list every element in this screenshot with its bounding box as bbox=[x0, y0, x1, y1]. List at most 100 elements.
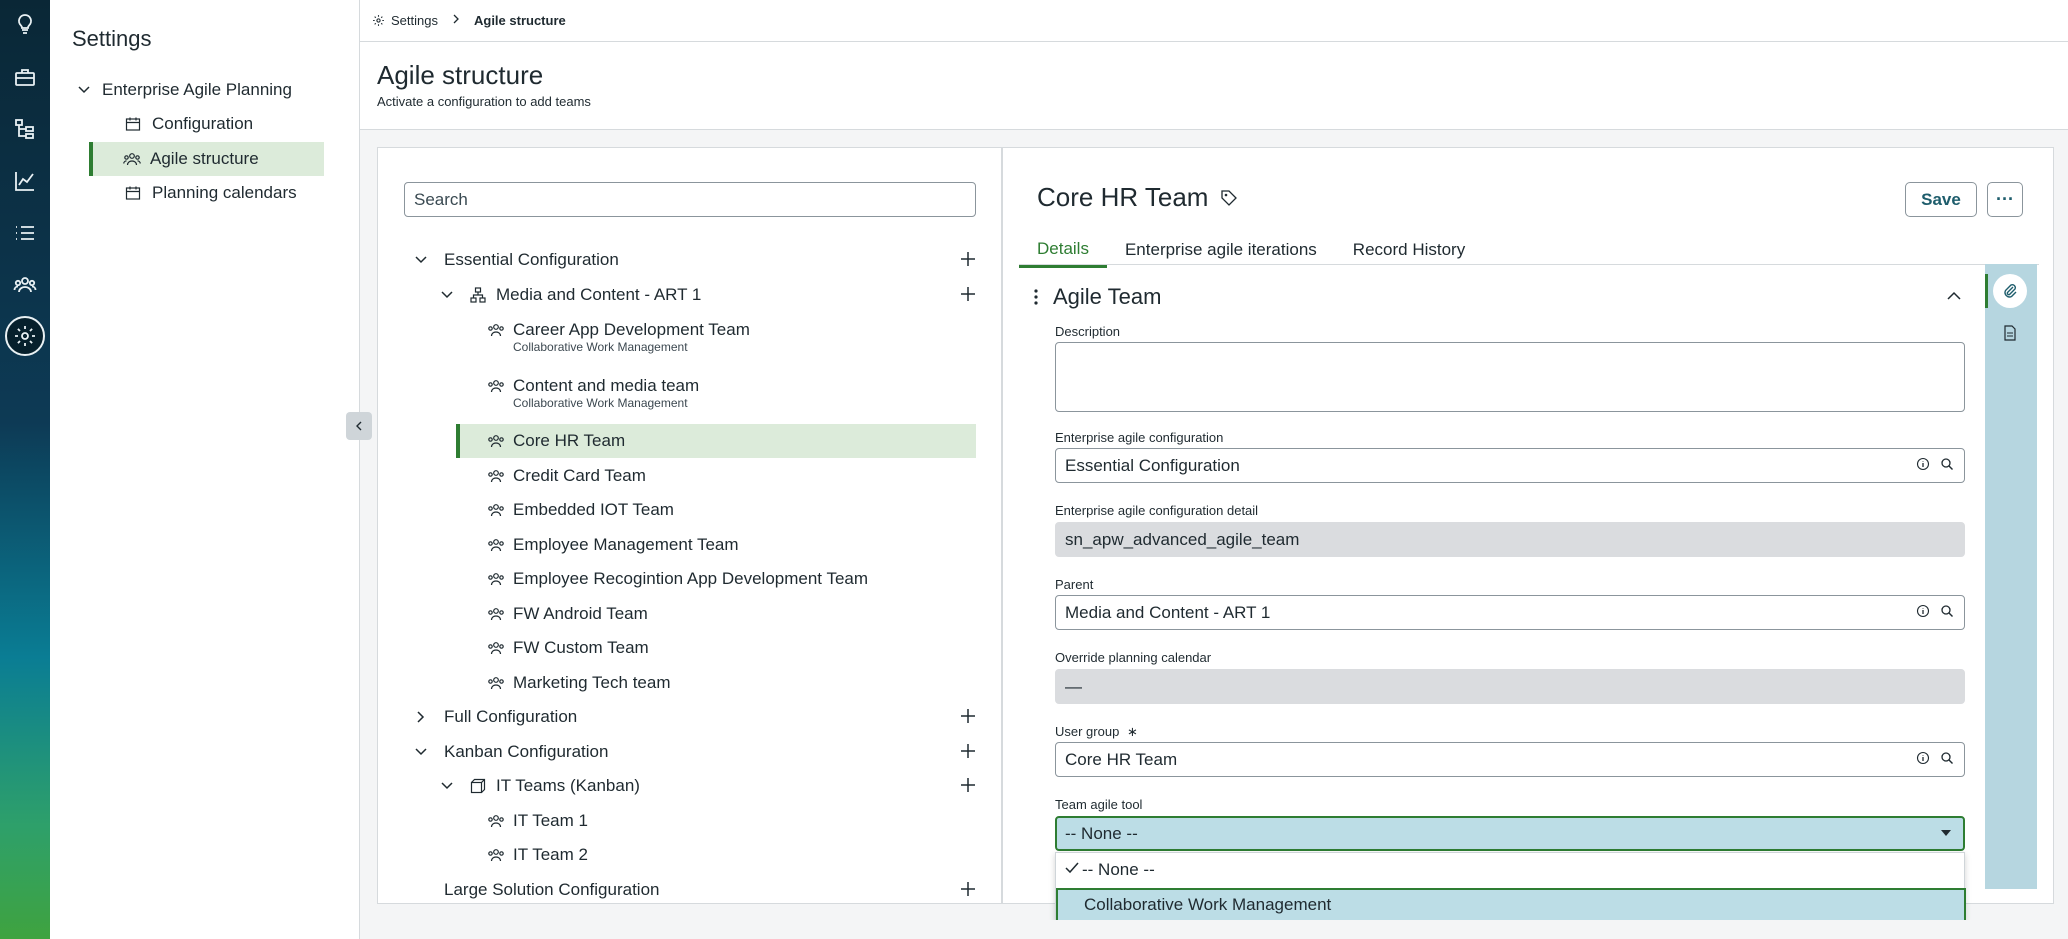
tree-node-kanban-configuration[interactable]: Kanban Configuration bbox=[378, 735, 978, 769]
tree-node-label: Employee Management Team bbox=[513, 535, 739, 554]
bottom-bar bbox=[360, 920, 2068, 939]
parent-field[interactable]: Media and Content - ART 1 bbox=[1055, 595, 1965, 630]
tag-icon[interactable] bbox=[1220, 189, 1238, 207]
paperclip-icon[interactable] bbox=[1993, 274, 2027, 308]
calendar-icon bbox=[125, 115, 143, 133]
tree-node-label: IT Team 2 bbox=[513, 845, 588, 864]
record-tabs: Details Enterprise agile iterations Reco… bbox=[1019, 232, 1483, 268]
description-textarea[interactable] bbox=[1055, 342, 1965, 412]
info-icon[interactable] bbox=[1916, 751, 1930, 765]
chevron-down-icon[interactable] bbox=[438, 288, 456, 302]
tree-node-label: Core HR Team bbox=[513, 431, 626, 450]
tree-node-label: FW Custom Team bbox=[513, 638, 649, 657]
team-icon bbox=[487, 432, 505, 450]
tree-node-it-team-2[interactable]: IT Team 2 bbox=[378, 838, 978, 872]
tree-node-credit-card-team[interactable]: Credit Card Team bbox=[378, 459, 978, 493]
tree-node-essential-configuration[interactable]: Essential Configuration bbox=[378, 243, 978, 277]
team-icon bbox=[487, 674, 505, 692]
search-icon[interactable] bbox=[1940, 604, 1954, 618]
tree-node-employee-management-team[interactable]: Employee Management Team bbox=[378, 528, 978, 562]
gear-icon[interactable] bbox=[0, 316, 50, 356]
add-icon[interactable] bbox=[958, 249, 978, 269]
caret-down-icon bbox=[1941, 830, 1951, 836]
team-icon[interactable] bbox=[0, 265, 50, 305]
tree-node-label: Credit Card Team bbox=[513, 466, 646, 485]
team-icon bbox=[487, 501, 505, 519]
parent-label: Parent bbox=[1055, 577, 1094, 592]
option-none[interactable]: -- None -- bbox=[1056, 853, 1966, 887]
tree-node-it-team-1[interactable]: IT Team 1 bbox=[378, 804, 978, 838]
team-icon bbox=[123, 150, 141, 168]
tree-node-label: Kanban Configuration bbox=[444, 742, 609, 761]
team-icon bbox=[487, 812, 505, 830]
user-group-field[interactable]: Core HR Team bbox=[1055, 742, 1965, 777]
info-icon[interactable] bbox=[1916, 604, 1930, 618]
list-icon[interactable] bbox=[0, 213, 50, 253]
tree-node-career-app-development-team[interactable]: Career App Development Team Collaborativ… bbox=[378, 313, 978, 369]
lightbulb-icon[interactable] bbox=[0, 4, 50, 44]
tree-node-full-configuration[interactable]: Full Configuration bbox=[378, 700, 978, 734]
tree-node-marketing-tech-team[interactable]: Marketing Tech team bbox=[378, 666, 978, 700]
tree-node-label: Embedded IOT Team bbox=[513, 500, 674, 519]
gear-icon bbox=[373, 15, 384, 26]
sidebar-item-configuration[interactable]: Configuration bbox=[123, 107, 360, 141]
tab-record-history[interactable]: Record History bbox=[1335, 232, 1483, 268]
tree-node-content-and-media-team[interactable]: Content and media team Collaborative Wor… bbox=[378, 369, 978, 425]
sidebar-item-planning-calendars[interactable]: Planning calendars bbox=[123, 176, 360, 210]
tree-node-embedded-iot-team[interactable]: Embedded IOT Team bbox=[378, 493, 978, 527]
page-header: Agile structure Activate a configuration… bbox=[360, 42, 2068, 130]
team-icon bbox=[487, 536, 505, 554]
tree-node-core-hr-team[interactable]: Core HR Team bbox=[456, 424, 976, 458]
tree-node-fw-custom-team[interactable]: FW Custom Team bbox=[378, 631, 978, 665]
config-detail-field: sn_apw_advanced_agile_team bbox=[1055, 522, 1965, 557]
team-icon bbox=[487, 467, 505, 485]
chevron-down-icon[interactable] bbox=[412, 745, 430, 759]
briefcase-icon[interactable] bbox=[0, 57, 50, 97]
document-icon[interactable] bbox=[1993, 316, 2027, 350]
search-icon[interactable] bbox=[1940, 751, 1954, 765]
chevron-up-icon[interactable] bbox=[1946, 290, 1962, 302]
tab-enterprise-agile-iterations[interactable]: Enterprise agile iterations bbox=[1107, 232, 1335, 268]
save-button[interactable]: Save bbox=[1905, 182, 1977, 217]
collapse-sidebar-button[interactable] bbox=[346, 412, 372, 440]
option-collaborative-work-management[interactable]: Collaborative Work Management bbox=[1056, 888, 1966, 922]
info-icon[interactable] bbox=[1916, 457, 1930, 471]
add-icon[interactable] bbox=[958, 284, 978, 304]
search-icon[interactable] bbox=[1940, 457, 1954, 471]
chevron-down-icon[interactable] bbox=[438, 779, 456, 793]
tabs-divider bbox=[1019, 264, 2039, 265]
breadcrumb-settings[interactable]: Settings bbox=[372, 13, 438, 28]
hierarchy-icon bbox=[470, 286, 488, 304]
hierarchy-icon[interactable] bbox=[0, 109, 50, 149]
agile-structure-tree: Essential Configuration Media and Conten… bbox=[377, 147, 1002, 904]
section-agile-team: Agile Team bbox=[1033, 284, 1161, 310]
add-icon[interactable] bbox=[958, 775, 978, 795]
config-label: Enterprise agile configuration bbox=[1055, 430, 1224, 445]
enterprise-agile-configuration-field[interactable]: Essential Configuration bbox=[1055, 448, 1965, 483]
chevron-down-icon[interactable] bbox=[412, 253, 430, 267]
breadcrumb-root-label: Settings bbox=[391, 13, 438, 28]
tree-node-media-and-content[interactable]: Media and Content - ART 1 bbox=[378, 278, 978, 312]
tree-node-fw-android-team[interactable]: FW Android Team bbox=[378, 597, 978, 631]
team-icon bbox=[487, 605, 505, 623]
team-agile-tool-select[interactable]: -- None -- bbox=[1055, 816, 1965, 851]
add-icon[interactable] bbox=[958, 706, 978, 726]
more-actions-button[interactable]: ··· bbox=[1987, 182, 2023, 217]
tree-node-large-solution-configuration[interactable]: Large Solution Configuration bbox=[378, 873, 978, 903]
page-title: Agile structure bbox=[377, 60, 544, 90]
chevron-right-icon[interactable] bbox=[412, 710, 430, 724]
search-input[interactable] bbox=[404, 182, 976, 217]
add-icon[interactable] bbox=[958, 879, 978, 899]
tree-node-employee-recognition-team[interactable]: Employee Recogintion App Development Tea… bbox=[378, 562, 978, 596]
sidebar-group-enterprise-agile-planning[interactable]: Enterprise Agile Planning bbox=[72, 73, 292, 107]
add-icon[interactable] bbox=[958, 741, 978, 761]
sidebar-item-label: Configuration bbox=[152, 114, 254, 133]
tab-details[interactable]: Details bbox=[1019, 232, 1107, 268]
tree-node-it-teams-kanban[interactable]: IT Teams (Kanban) bbox=[378, 769, 978, 803]
check-icon bbox=[1065, 862, 1079, 874]
team-agile-tool-label: Team agile tool bbox=[1055, 797, 1143, 812]
drag-handle-icon[interactable] bbox=[1033, 288, 1039, 306]
sidebar-item-agile-structure[interactable]: Agile structure bbox=[89, 142, 324, 176]
tree-node-label: Content and media team bbox=[513, 376, 700, 395]
line-chart-icon[interactable] bbox=[0, 161, 50, 201]
